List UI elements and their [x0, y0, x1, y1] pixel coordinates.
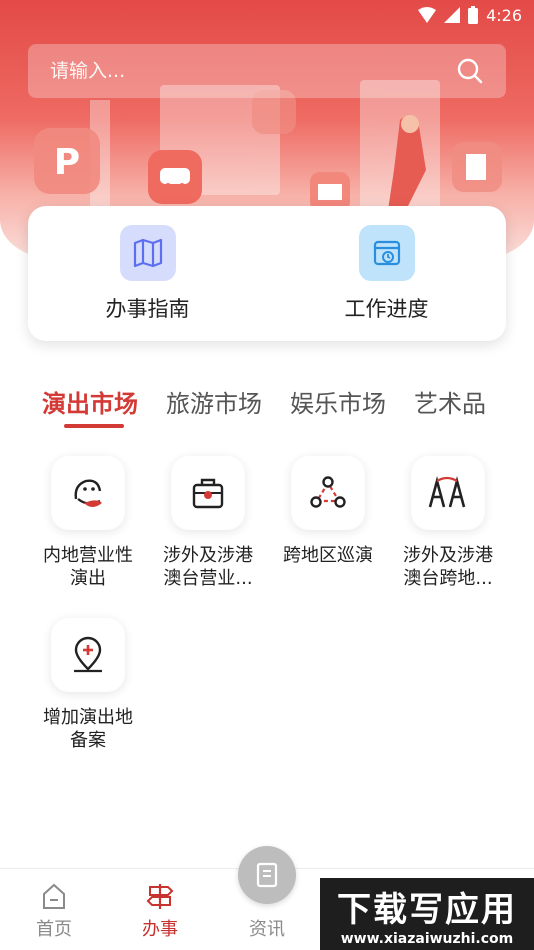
- nav-home-label: 首页: [36, 919, 72, 940]
- service-label: 跨地区巡演: [283, 545, 373, 566]
- briefcase-icon: [171, 456, 245, 530]
- ha-icon: [411, 456, 485, 530]
- nav-news[interactable]: 资讯: [227, 911, 307, 941]
- tab-art-market[interactable]: 艺术品: [414, 384, 486, 434]
- news-icon: [256, 862, 278, 888]
- quick-actions-card: 办事指南 工作进度: [28, 206, 506, 341]
- search-input[interactable]: [50, 60, 456, 82]
- location-add-icon: [51, 618, 125, 692]
- route-icon: [291, 456, 365, 530]
- nav-news-label: 资讯: [249, 919, 285, 940]
- status-bar: 4:26: [0, 0, 534, 30]
- performance-icon: [51, 456, 125, 530]
- tab-tourism-market[interactable]: 旅游市场: [166, 384, 262, 434]
- service-item[interactable]: 涉外及涉港 澳台营业...: [148, 456, 268, 590]
- news-fab-button[interactable]: [238, 846, 296, 904]
- nav-home[interactable]: 首页: [14, 881, 94, 941]
- watermark-url: www.xiazaiwuzhi.com: [340, 930, 514, 947]
- service-item[interactable]: 增加演出地 备案: [28, 618, 148, 752]
- nav-services[interactable]: 办事: [120, 881, 200, 941]
- service-item[interactable]: 涉外及涉港 澳台跨地...: [388, 456, 508, 590]
- battery-icon: [468, 6, 479, 24]
- svg-text:P: P: [54, 142, 80, 183]
- map-icon: [119, 224, 176, 281]
- search-bar[interactable]: [28, 44, 506, 98]
- signpost-icon: [146, 884, 174, 909]
- signal-icon: [444, 7, 461, 23]
- service-label: 涉外及涉港 澳台营业...: [163, 545, 253, 589]
- watermark-title: 下载写应用: [337, 889, 517, 930]
- guide-button[interactable]: 办事指南: [58, 224, 238, 323]
- guide-label: 办事指南: [105, 296, 190, 321]
- service-item[interactable]: 内地营业性 演出: [28, 456, 148, 590]
- tab-entertainment-market[interactable]: 娱乐市场: [290, 384, 386, 434]
- search-icon[interactable]: [456, 57, 484, 85]
- service-label: 涉外及涉港 澳台跨地...: [403, 545, 493, 589]
- active-tab-indicator: [64, 424, 124, 428]
- nav-services-label: 办事: [142, 919, 178, 940]
- home-icon: [43, 883, 65, 909]
- service-item[interactable]: 跨地区巡演: [268, 456, 388, 567]
- service-label: 增加演出地 备案: [43, 707, 133, 751]
- clock-time: 4:26: [486, 5, 522, 25]
- calendar-clock-icon: [358, 224, 415, 281]
- wifi-icon: [418, 7, 437, 23]
- progress-label: 工作进度: [344, 296, 429, 321]
- progress-button[interactable]: 工作进度: [297, 224, 477, 323]
- service-label: 内地营业性 演出: [43, 545, 133, 589]
- watermark: 下载写应用 www.xiazaiwuzhi.com: [320, 878, 534, 950]
